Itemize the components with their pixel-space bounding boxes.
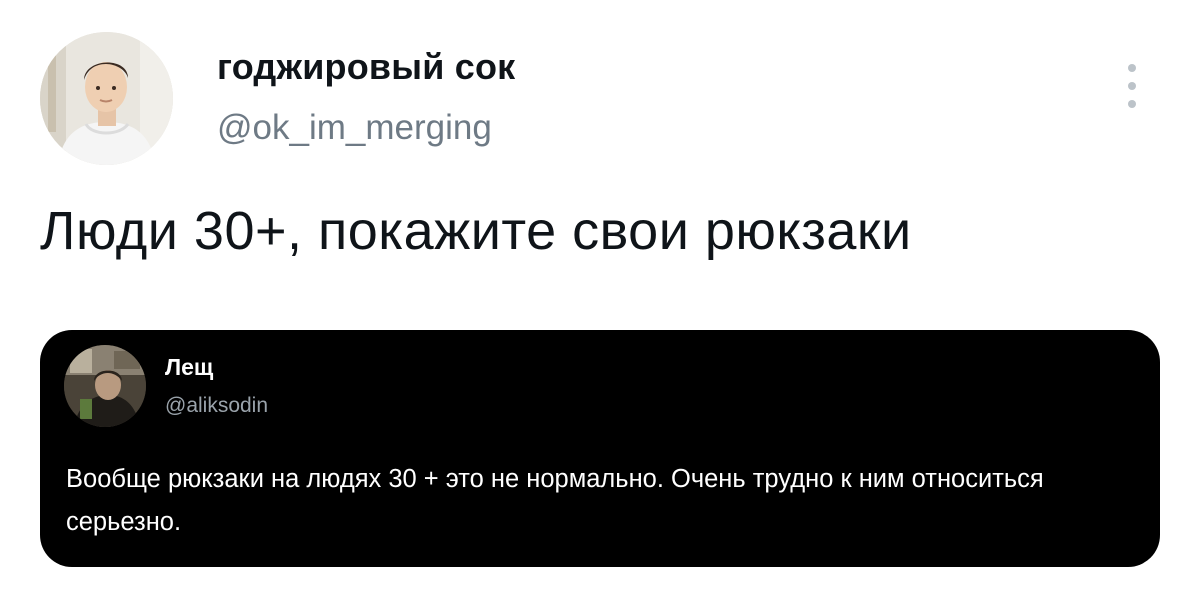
quoted-author-avatar[interactable]	[64, 345, 146, 427]
quoted-tweet-text: Вообще рюкзаки на людях 30 + это не норм…	[66, 465, 1044, 536]
quoted-avatar-photo-icon	[64, 345, 146, 427]
more-dot	[1128, 82, 1136, 90]
author-handle[interactable]: @ok_im_merging	[217, 108, 492, 148]
quoted-author-name[interactable]: Лещ	[165, 354, 213, 381]
more-dot	[1128, 100, 1136, 108]
avatar-photo-icon	[40, 32, 173, 165]
quoted-author-handle[interactable]: @aliksodin	[165, 394, 268, 418]
author-avatar[interactable]	[40, 32, 173, 165]
tweet-header: годжировый сок @ok_im_merging	[40, 32, 1160, 167]
quoted-tweet-card[interactable]: Лещ @aliksodin Вообще рюкзаки на людях 3…	[40, 330, 1160, 567]
tweet-text: Люди 30+, покажите свои рюкзаки	[40, 201, 912, 261]
more-vertical-icon[interactable]	[1124, 64, 1140, 108]
author-name[interactable]: годжировый сок	[217, 46, 515, 88]
more-dot	[1128, 64, 1136, 72]
